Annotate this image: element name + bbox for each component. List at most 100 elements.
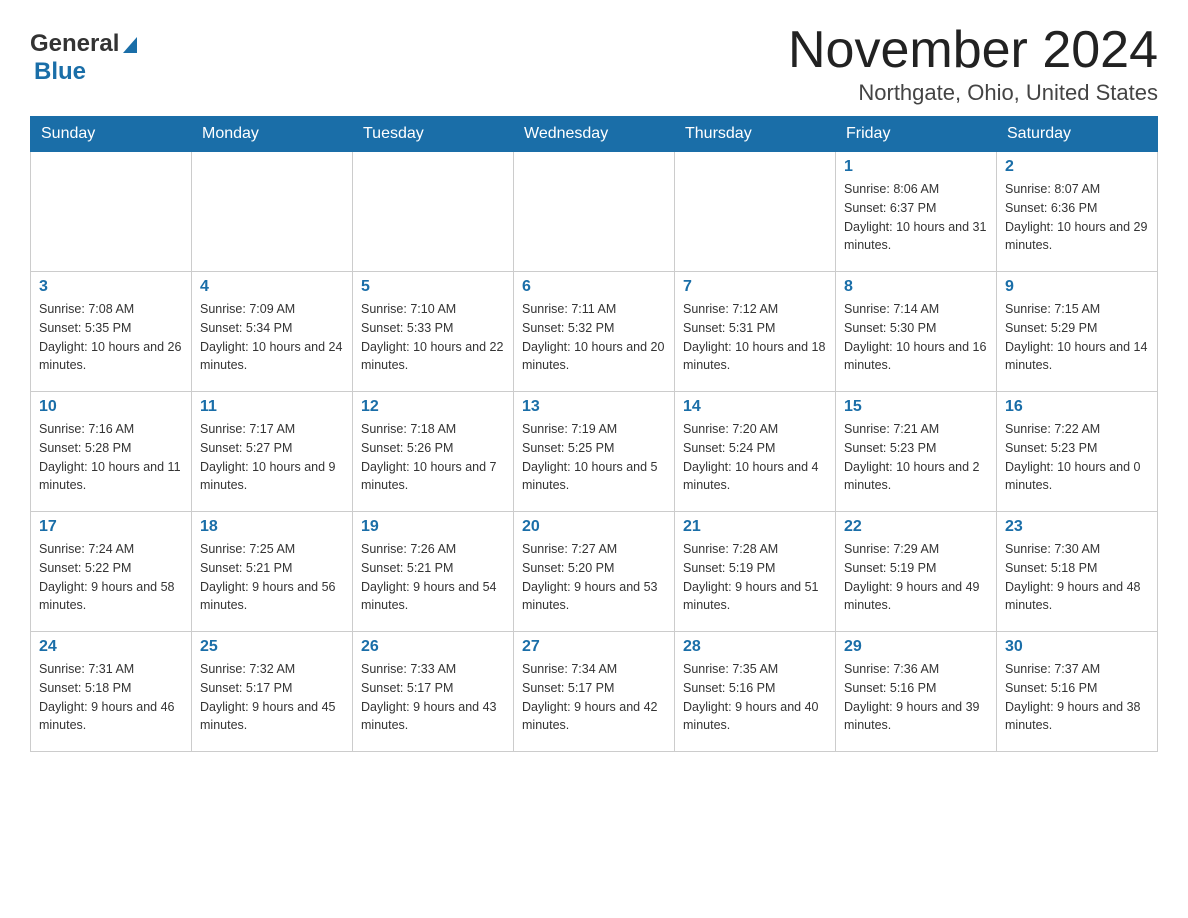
day-info: Sunrise: 7:29 AMSunset: 5:19 PMDaylight:…	[844, 540, 988, 615]
day-number: 20	[522, 518, 666, 536]
day-info: Sunrise: 7:37 AMSunset: 5:16 PMDaylight:…	[1005, 660, 1149, 735]
calendar-day-cell: 5 Sunrise: 7:10 AMSunset: 5:33 PMDaylight…	[353, 272, 514, 392]
day-number: 17	[39, 518, 183, 536]
calendar-day-cell: 21Sunrise: 7:28 AMSunset: 5:19 PMDayligh…	[675, 512, 836, 632]
calendar-day-cell: 20 Sunrise: 7:27 AMSunset: 5:20 PMDayligh…	[514, 512, 675, 632]
day-info: Sunrise: 8:06 AMSunset: 6:37 PMDaylight:…	[844, 180, 988, 255]
day-number: 13	[522, 398, 666, 416]
calendar-day-cell: 12 Sunrise: 7:18 AMSunset: 5:26 PMDayligh…	[353, 392, 514, 512]
calendar-day-header: Friday	[836, 117, 997, 152]
calendar-day-cell: 2 Sunrise: 8:07 AMSunset: 6:36 PMDaylight…	[997, 152, 1158, 272]
day-number: 1	[844, 158, 988, 176]
day-number: 12	[361, 398, 505, 416]
calendar-day-cell: 10Sunrise: 7:16 AMSunset: 5:28 PMDayligh…	[31, 392, 192, 512]
calendar-week-row: 1 Sunrise: 8:06 AMSunset: 6:37 PMDaylight…	[31, 152, 1158, 272]
calendar-week-row: 10Sunrise: 7:16 AMSunset: 5:28 PMDayligh…	[31, 392, 1158, 512]
day-number: 9	[1005, 278, 1149, 296]
day-info: Sunrise: 7:08 AMSunset: 5:35 PMDaylight:…	[39, 300, 183, 375]
calendar-day-cell: 27 Sunrise: 7:34 AMSunset: 5:17 PMDayligh…	[514, 632, 675, 752]
day-info: Sunrise: 7:32 AMSunset: 5:17 PMDaylight:…	[200, 660, 344, 735]
day-number: 11	[200, 398, 344, 416]
day-number: 25	[200, 638, 344, 656]
calendar-day-cell	[353, 152, 514, 272]
day-info: Sunrise: 8:07 AMSunset: 6:36 PMDaylight:…	[1005, 180, 1149, 255]
day-info: Sunrise: 7:34 AMSunset: 5:17 PMDaylight:…	[522, 660, 666, 735]
day-number: 8	[844, 278, 988, 296]
day-info: Sunrise: 7:27 AMSunset: 5:20 PMDaylight:…	[522, 540, 666, 615]
day-info: Sunrise: 7:12 AMSunset: 5:31 PMDaylight:…	[683, 300, 827, 375]
day-number: 2	[1005, 158, 1149, 176]
day-info: Sunrise: 7:09 AMSunset: 5:34 PMDaylight:…	[200, 300, 344, 375]
calendar-day-header: Wednesday	[514, 117, 675, 152]
calendar-day-cell: 28Sunrise: 7:35 AMSunset: 5:16 PMDayligh…	[675, 632, 836, 752]
calendar-day-cell: 22 Sunrise: 7:29 AMSunset: 5:19 PMDayligh…	[836, 512, 997, 632]
day-number: 18	[200, 518, 344, 536]
calendar-subtitle: Northgate, Ohio, United States	[788, 80, 1158, 106]
day-info: Sunrise: 7:30 AMSunset: 5:18 PMDaylight:…	[1005, 540, 1149, 615]
day-info: Sunrise: 7:14 AMSunset: 5:30 PMDaylight:…	[844, 300, 988, 375]
calendar-day-header: Saturday	[997, 117, 1158, 152]
calendar-day-cell: 17 Sunrise: 7:24 AMSunset: 5:22 PMDayligh…	[31, 512, 192, 632]
calendar-day-cell: 24Sunrise: 7:31 AMSunset: 5:18 PMDayligh…	[31, 632, 192, 752]
calendar-day-cell: 6 Sunrise: 7:11 AMSunset: 5:32 PMDaylight…	[514, 272, 675, 392]
day-info: Sunrise: 7:28 AMSunset: 5:19 PMDaylight:…	[683, 540, 827, 615]
day-info: Sunrise: 7:36 AMSunset: 5:16 PMDaylight:…	[844, 660, 988, 735]
page-header: General Blue November 2024 Northgate, Oh…	[30, 20, 1158, 106]
day-number: 22	[844, 518, 988, 536]
day-info: Sunrise: 7:24 AMSunset: 5:22 PMDaylight:…	[39, 540, 183, 615]
day-number: 14	[683, 398, 827, 416]
logo-general-text: General	[30, 30, 119, 58]
calendar-day-cell: 19 Sunrise: 7:26 AMSunset: 5:21 PMDayligh…	[353, 512, 514, 632]
day-info: Sunrise: 7:11 AMSunset: 5:32 PMDaylight:…	[522, 300, 666, 375]
calendar-day-cell: 8 Sunrise: 7:14 AMSunset: 5:30 PMDaylight…	[836, 272, 997, 392]
calendar-day-cell: 11Sunrise: 7:17 AMSunset: 5:27 PMDayligh…	[192, 392, 353, 512]
day-info: Sunrise: 7:18 AMSunset: 5:26 PMDaylight:…	[361, 420, 505, 495]
day-number: 7	[683, 278, 827, 296]
day-info: Sunrise: 7:31 AMSunset: 5:18 PMDaylight:…	[39, 660, 183, 735]
calendar-day-cell: 23 Sunrise: 7:30 AMSunset: 5:18 PMDayligh…	[997, 512, 1158, 632]
day-number: 6	[522, 278, 666, 296]
day-number: 27	[522, 638, 666, 656]
day-number: 26	[361, 638, 505, 656]
calendar-day-cell	[675, 152, 836, 272]
day-info: Sunrise: 7:33 AMSunset: 5:17 PMDaylight:…	[361, 660, 505, 735]
calendar-title: November 2024	[788, 20, 1158, 80]
day-info: Sunrise: 7:21 AMSunset: 5:23 PMDaylight:…	[844, 420, 988, 495]
calendar-day-header: Thursday	[675, 117, 836, 152]
calendar-week-row: 3 Sunrise: 7:08 AMSunset: 5:35 PMDaylight…	[31, 272, 1158, 392]
calendar-week-row: 24Sunrise: 7:31 AMSunset: 5:18 PMDayligh…	[31, 632, 1158, 752]
calendar-week-row: 17 Sunrise: 7:24 AMSunset: 5:22 PMDayligh…	[31, 512, 1158, 632]
day-number: 5	[361, 278, 505, 296]
day-number: 15	[844, 398, 988, 416]
calendar-table: SundayMondayTuesdayWednesdayThursdayFrid…	[30, 116, 1158, 752]
day-info: Sunrise: 7:15 AMSunset: 5:29 PMDaylight:…	[1005, 300, 1149, 375]
day-number: 29	[844, 638, 988, 656]
calendar-day-cell	[31, 152, 192, 272]
calendar-day-cell: 26 Sunrise: 7:33 AMSunset: 5:17 PMDayligh…	[353, 632, 514, 752]
day-number: 16	[1005, 398, 1149, 416]
calendar-day-cell: 15 Sunrise: 7:21 AMSunset: 5:23 PMDayligh…	[836, 392, 997, 512]
calendar-day-cell: 9 Sunrise: 7:15 AMSunset: 5:29 PMDaylight…	[997, 272, 1158, 392]
calendar-day-cell: 29 Sunrise: 7:36 AMSunset: 5:16 PMDayligh…	[836, 632, 997, 752]
logo-triangle-icon	[123, 37, 137, 53]
day-info: Sunrise: 7:10 AMSunset: 5:33 PMDaylight:…	[361, 300, 505, 375]
day-info: Sunrise: 7:35 AMSunset: 5:16 PMDaylight:…	[683, 660, 827, 735]
calendar-header-row: SundayMondayTuesdayWednesdayThursdayFrid…	[31, 117, 1158, 152]
day-number: 3	[39, 278, 183, 296]
calendar-day-cell: 16Sunrise: 7:22 AMSunset: 5:23 PMDayligh…	[997, 392, 1158, 512]
calendar-day-cell: 13Sunrise: 7:19 AMSunset: 5:25 PMDayligh…	[514, 392, 675, 512]
day-number: 10	[39, 398, 183, 416]
title-area: November 2024 Northgate, Ohio, United St…	[788, 20, 1158, 106]
day-number: 19	[361, 518, 505, 536]
day-info: Sunrise: 7:26 AMSunset: 5:21 PMDaylight:…	[361, 540, 505, 615]
calendar-day-cell	[192, 152, 353, 272]
calendar-day-header: Monday	[192, 117, 353, 152]
day-info: Sunrise: 7:25 AMSunset: 5:21 PMDaylight:…	[200, 540, 344, 615]
day-number: 23	[1005, 518, 1149, 536]
calendar-day-cell	[514, 152, 675, 272]
logo: General Blue	[30, 30, 137, 86]
day-number: 30	[1005, 638, 1149, 656]
calendar-day-cell: 14 Sunrise: 7:20 AMSunset: 5:24 PMDayligh…	[675, 392, 836, 512]
day-info: Sunrise: 7:20 AMSunset: 5:24 PMDaylight:…	[683, 420, 827, 495]
calendar-day-cell: 7 Sunrise: 7:12 AMSunset: 5:31 PMDaylight…	[675, 272, 836, 392]
